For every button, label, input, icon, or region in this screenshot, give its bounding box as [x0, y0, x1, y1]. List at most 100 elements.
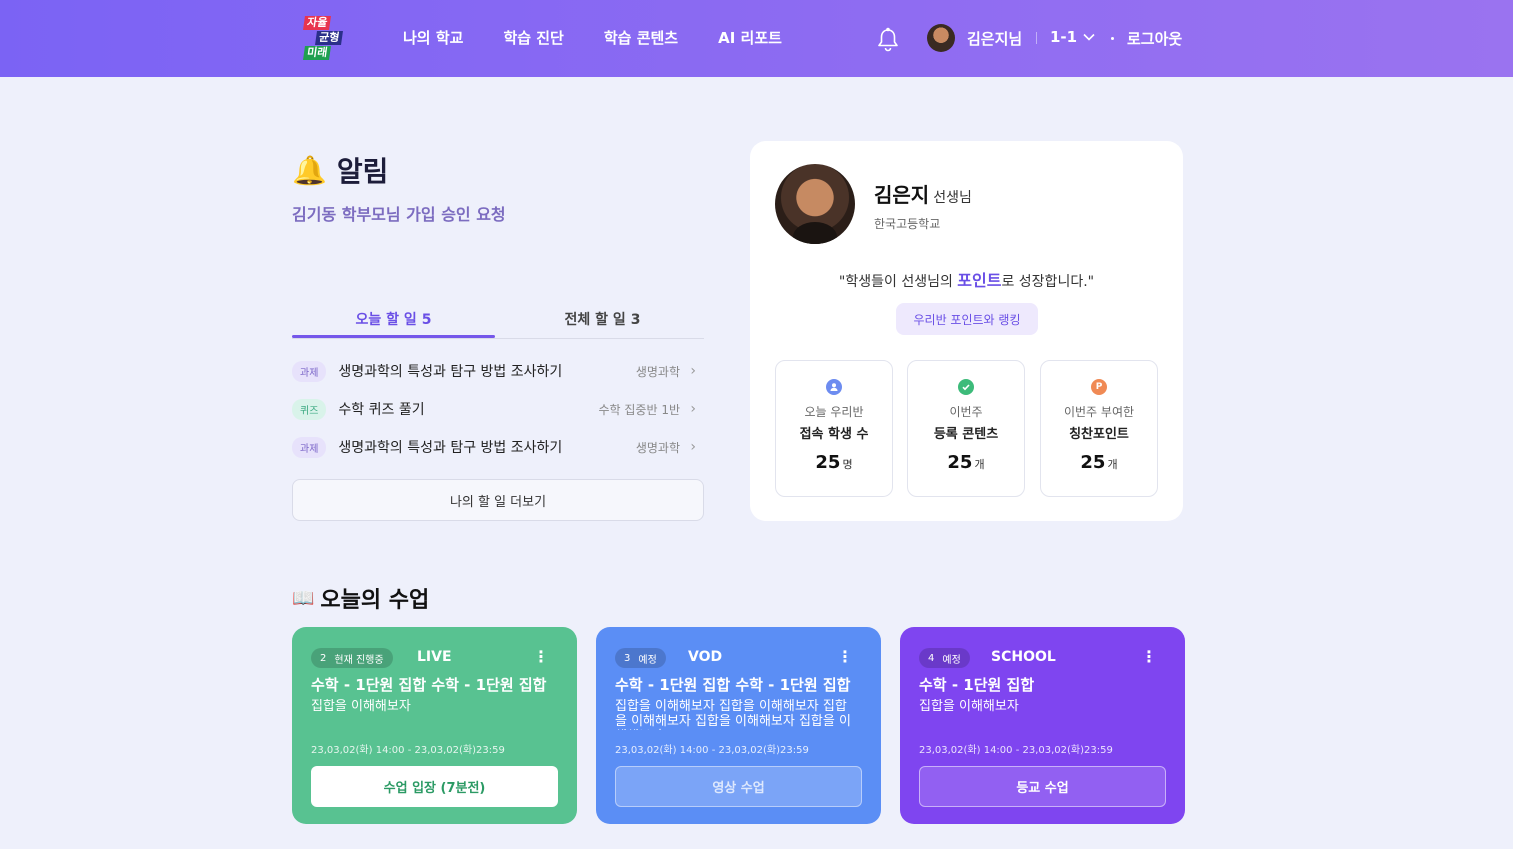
- profile-name-row: 김은지 선생님: [874, 179, 972, 208]
- stat-unit: 개: [1107, 458, 1118, 471]
- header-divider: [1036, 32, 1037, 44]
- tab-today-todo[interactable]: 오늘 할 일 5: [292, 309, 495, 329]
- todo-subject: 생명과학: [635, 364, 680, 379]
- today-class-heading: 📖 오늘의 수업: [292, 582, 429, 614]
- todo-title: 생명과학의 특성과 탐구 방법 조사하기: [338, 364, 563, 380]
- notification-bell-icon[interactable]: [876, 27, 900, 53]
- stat-card-contents: 이번주 등록 콘텐츠 25 개: [907, 360, 1025, 497]
- top-header: 자율 균형 미래 나의 학교 학습 진단 학습 콘텐츠 AI 리포트 김은지님 …: [0, 0, 1513, 77]
- stat-value: 25: [947, 452, 973, 473]
- user-name[interactable]: 김은지님: [967, 28, 1022, 49]
- stat-value-row: 25 개: [908, 452, 1024, 473]
- stat-label-1: 이번주: [949, 405, 983, 419]
- profile-photo: [775, 164, 855, 244]
- todo-item[interactable]: 퀴즈 수학 퀴즈 풀기 수학 집중반 1반 ›: [292, 390, 704, 428]
- class-desc: 집합을 이해해보자: [311, 699, 411, 714]
- class-ranking-button[interactable]: 우리반 포인트와 랭킹: [896, 303, 1038, 335]
- todo-badge: 퀴즈: [292, 398, 327, 420]
- todo-list: 과제 생명과학의 특성과 탐구 방법 조사하기 생명과학 › 퀴즈 수학 퀴즈 …: [292, 352, 704, 466]
- logo-text-1: 자율: [303, 16, 332, 30]
- main-nav: 나의 학교 학습 진단 학습 콘텐츠 AI 리포트: [403, 27, 782, 48]
- stat-card-students: 오늘 우리반 접속 학생 수 25 명: [775, 360, 893, 497]
- profile-quote: "학생들이 선생님의 포인트로 성장합니다.": [750, 267, 1183, 291]
- stat-label-2: 접속 학생 수: [799, 427, 869, 442]
- book-icon: 📖: [292, 587, 315, 609]
- todo-title: 수학 퀴즈 풀기: [338, 402, 425, 418]
- class-select-value: 1-1: [1050, 28, 1078, 46]
- more-vertical-icon[interactable]: ⋮: [837, 647, 853, 666]
- stat-unit: 개: [974, 458, 985, 471]
- user-icon: [826, 379, 842, 395]
- profile-card: 김은지 선생님 한국고등학교 "학생들이 선생님의 포인트로 성장합니다." 우…: [750, 141, 1183, 521]
- class-date: 23,03,02(화) 14:00 - 23,03,02(화)23:59: [311, 745, 505, 756]
- todo-subject: 생명과학: [635, 440, 680, 455]
- class-desc: 집합을 이해해보자: [919, 699, 1019, 714]
- quote-before: "학생들이 선생님의: [838, 274, 958, 290]
- todo-item[interactable]: 과제 생명과학의 특성과 탐구 방법 조사하기 생명과학 ›: [292, 352, 704, 390]
- todo-subject: 수학 집중반 1반: [598, 402, 680, 417]
- user-avatar[interactable]: [927, 24, 955, 52]
- more-todo-button[interactable]: 나의 할 일 더보기: [292, 479, 704, 521]
- chevron-right-icon: ›: [690, 439, 696, 455]
- stat-unit: 명: [842, 458, 853, 471]
- class-type: VOD: [688, 649, 723, 665]
- chevron-right-icon: ›: [690, 401, 696, 417]
- stat-value-row: 25 명: [776, 452, 892, 473]
- stat-value: 25: [815, 452, 841, 473]
- class-title: 수학 - 1단원 집합: [919, 676, 1035, 694]
- notice-heading: 🔔 알림: [292, 150, 388, 190]
- logo-text-2: 균형: [315, 31, 344, 45]
- stat-label-1: 이번주 부여한: [1063, 405, 1135, 419]
- class-status: 현재 진행중: [334, 654, 384, 666]
- today-class-title: 오늘의 수업: [320, 588, 430, 613]
- stat-label-1: 오늘 우리반: [804, 405, 864, 419]
- class-card-vod[interactable]: 3 예정 VOD ⋮ 수학 - 1단원 집합 수학 - 1단원 집합 집합을 이해…: [596, 627, 881, 824]
- class-type: LIVE: [417, 649, 452, 665]
- nav-my-school[interactable]: 나의 학교: [403, 27, 463, 48]
- point-icon: P: [1091, 379, 1107, 395]
- todo-badge: 과제: [292, 360, 327, 382]
- tab-active-indicator: [292, 335, 495, 338]
- stat-value-row: 25 개: [1041, 452, 1157, 473]
- class-desc: 집합을 이해해보자 집합을 이해해보자 집합을 이해해보자 집합을 이해해보자 …: [615, 699, 851, 730]
- todo-item[interactable]: 과제 생명과학의 특성과 탐구 방법 조사하기 생명과학 ›: [292, 428, 704, 466]
- logout-button[interactable]: 로그아웃: [1127, 28, 1182, 49]
- more-vertical-icon[interactable]: ⋮: [533, 647, 549, 666]
- chevron-right-icon: ›: [690, 363, 696, 379]
- profile-title: 선생님: [933, 190, 972, 206]
- nav-learning-diagnosis[interactable]: 학습 진단: [503, 27, 563, 48]
- class-card-live[interactable]: 2 현재 진행중 LIVE ⋮ 수학 - 1단원 집합 수학 - 1단원 집합 집…: [292, 627, 577, 824]
- school-class-button[interactable]: 등교 수업: [919, 766, 1166, 807]
- enter-class-button[interactable]: 수업 입장 (7분전): [311, 766, 558, 807]
- check-icon: [958, 379, 974, 395]
- class-number: 4: [928, 652, 935, 664]
- class-title: 수학 - 1단원 집합 수학 - 1단원 집합: [615, 676, 851, 694]
- nav-learning-contents[interactable]: 학습 콘텐츠: [604, 27, 678, 48]
- stat-value: 25: [1080, 452, 1106, 473]
- quote-highlight: 포인트: [957, 271, 1002, 290]
- tab-all-todo[interactable]: 전체 할 일 3: [501, 309, 704, 329]
- nav-ai-report[interactable]: AI 리포트: [718, 27, 782, 48]
- logo[interactable]: 자율 균형 미래: [302, 14, 346, 64]
- class-title: 수학 - 1단원 집합 수학 - 1단원 집합: [311, 676, 547, 694]
- class-date: 23,03,02(화) 14:00 - 23,03,02(화)23:59: [919, 745, 1113, 756]
- quote-after: 로 성장합니다.": [1001, 274, 1095, 290]
- todo-title: 생명과학의 특성과 탐구 방법 조사하기: [338, 440, 563, 456]
- more-vertical-icon[interactable]: ⋮: [1141, 647, 1157, 666]
- header-dot-divider: [1111, 37, 1114, 40]
- class-card-school[interactable]: 4 예정 SCHOOL ⋮ 수학 - 1단원 집합 집합을 이해해보자 23,03…: [900, 627, 1185, 824]
- logo-text-3: 미래: [303, 46, 332, 60]
- class-select[interactable]: 1-1: [1050, 28, 1095, 46]
- chevron-down-icon: [1083, 33, 1095, 41]
- class-status-tag: 2 현재 진행중: [311, 648, 393, 668]
- class-status: 예정: [638, 654, 657, 666]
- profile-name: 김은지: [874, 183, 930, 207]
- class-number: 2: [320, 652, 327, 664]
- class-date: 23,03,02(화) 14:00 - 23,03,02(화)23:59: [615, 745, 809, 756]
- profile-school: 한국고등학교: [874, 217, 941, 231]
- class-status-tag: 4 예정: [919, 648, 970, 668]
- notice-message[interactable]: 김기동 학부모님 가입 승인 요청: [292, 201, 506, 225]
- video-class-button[interactable]: 영상 수업: [615, 766, 862, 807]
- todo-tabs: 오늘 할 일 5 전체 할 일 3: [292, 303, 704, 339]
- class-type: SCHOOL: [991, 649, 1056, 665]
